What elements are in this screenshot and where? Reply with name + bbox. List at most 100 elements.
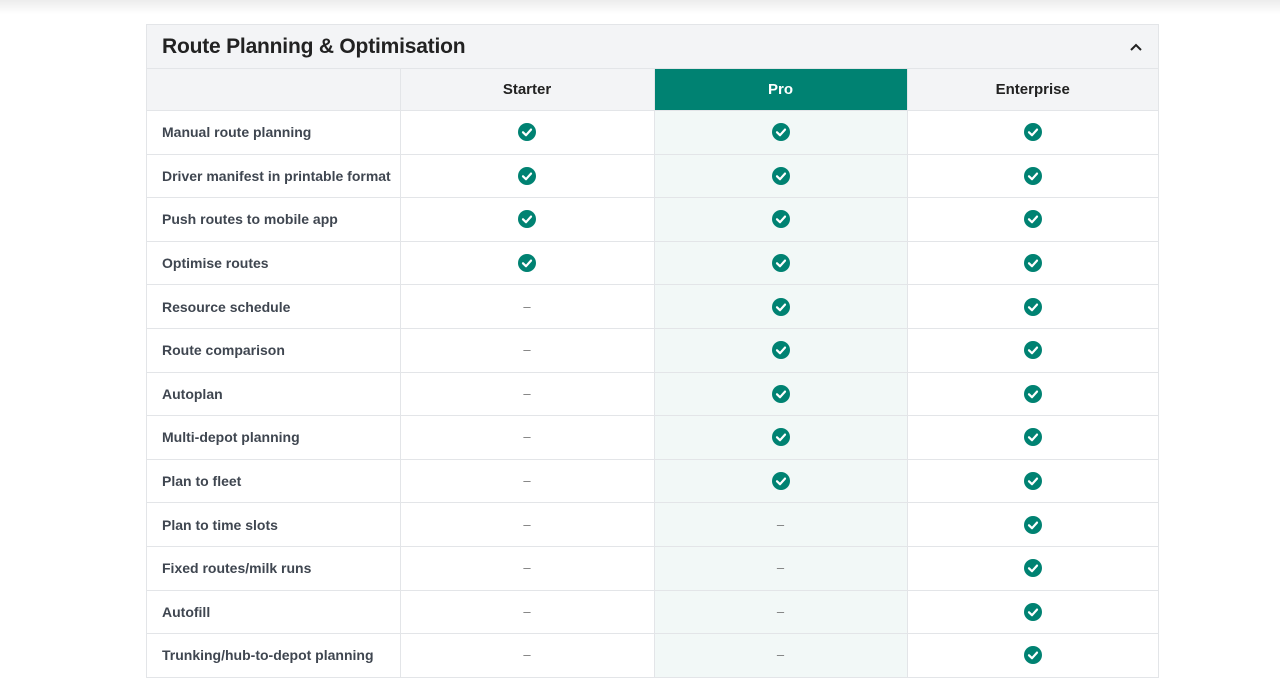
- check-circle-icon: [1023, 515, 1042, 534]
- check-circle-icon: [1023, 341, 1042, 360]
- check-circle-icon: [1023, 297, 1042, 316]
- table-row: Resource schedule –: [147, 284, 1158, 329]
- table-row: Optimise routes: [147, 241, 1158, 286]
- check-circle-icon: [771, 428, 790, 447]
- feature-label: Manual route planning: [147, 110, 400, 155]
- feature-label: Resource schedule: [147, 284, 400, 329]
- chevron-up-icon[interactable]: [1128, 39, 1144, 55]
- dash-icon: –: [523, 473, 531, 489]
- cell-starter: [399, 197, 654, 242]
- cell-starter: –: [399, 633, 654, 678]
- comparison-table: Starter Pro Enterprise Manual route plan…: [147, 69, 1158, 678]
- cell-enterprise: [906, 328, 1158, 373]
- plan-header-pro: Pro: [653, 69, 907, 111]
- cell-enterprise: [906, 241, 1158, 286]
- plan-header-starter: Starter: [399, 69, 654, 111]
- check-circle-icon: [771, 166, 790, 185]
- feature-label: Autoplan: [147, 372, 400, 417]
- dash-icon: –: [776, 647, 785, 663]
- cell-enterprise: [906, 590, 1158, 635]
- cell-starter: –: [399, 459, 654, 504]
- feature-label: Fixed routes/milk runs: [147, 546, 400, 591]
- cell-pro: [653, 241, 907, 286]
- cell-enterprise: [906, 372, 1158, 417]
- cell-pro: [653, 459, 907, 504]
- cell-enterprise: [906, 154, 1158, 199]
- cell-pro: [653, 415, 907, 460]
- dash-icon: –: [523, 429, 531, 445]
- dash-icon: –: [523, 516, 531, 532]
- table-row: Route comparison –: [147, 328, 1158, 373]
- check-circle-icon: [771, 471, 790, 490]
- feature-comparison-panel: Route Planning & Optimisation Starter Pr…: [146, 24, 1159, 678]
- cell-enterprise: [906, 197, 1158, 242]
- cell-enterprise: [906, 502, 1158, 547]
- check-circle-icon: [771, 123, 790, 142]
- cell-enterprise: [906, 633, 1158, 678]
- cell-enterprise: [906, 415, 1158, 460]
- cell-enterprise: [906, 284, 1158, 329]
- check-circle-icon: [771, 341, 790, 360]
- check-circle-icon: [1023, 559, 1042, 578]
- check-circle-icon: [1023, 166, 1042, 185]
- section-title: Route Planning & Optimisation: [162, 34, 466, 58]
- dash-icon: –: [523, 342, 531, 358]
- feature-label: Plan to fleet: [147, 459, 400, 504]
- table-row: Manual route planning: [147, 110, 1158, 155]
- check-circle-icon: [518, 123, 536, 142]
- feature-label: Autofill: [147, 590, 400, 635]
- dash-icon: –: [523, 603, 531, 619]
- feature-label: Optimise routes: [147, 241, 400, 286]
- table-row: Autofill – –: [147, 590, 1158, 635]
- check-circle-icon: [771, 384, 790, 403]
- table-row: Push routes to mobile app: [147, 197, 1158, 242]
- cell-starter: –: [399, 415, 654, 460]
- cell-starter: [399, 241, 654, 286]
- table-row: Trunking/hub-to-depot planning – –: [147, 633, 1158, 678]
- dash-icon: –: [523, 560, 531, 576]
- feature-label: Trunking/hub-to-depot planning: [147, 633, 400, 678]
- feature-column-header: [147, 69, 400, 111]
- cell-pro: –: [653, 633, 907, 678]
- feature-label: Multi-depot planning: [147, 415, 400, 460]
- cell-enterprise: [906, 546, 1158, 591]
- dash-icon: –: [776, 560, 785, 576]
- cell-pro: [653, 372, 907, 417]
- check-circle-icon: [518, 253, 536, 272]
- table-header-row: Starter Pro Enterprise: [147, 69, 1158, 111]
- check-circle-icon: [771, 297, 790, 316]
- cell-starter: –: [399, 546, 654, 591]
- feature-label: Route comparison: [147, 328, 400, 373]
- cell-enterprise: [906, 459, 1158, 504]
- cell-pro: [653, 328, 907, 373]
- cell-enterprise: [906, 110, 1158, 155]
- dash-icon: –: [523, 647, 531, 663]
- section-header[interactable]: Route Planning & Optimisation: [147, 25, 1158, 69]
- check-circle-icon: [1023, 253, 1042, 272]
- check-circle-icon: [518, 210, 536, 229]
- check-circle-icon: [1023, 471, 1042, 490]
- feature-label: Push routes to mobile app: [147, 197, 400, 242]
- check-circle-icon: [518, 166, 536, 185]
- plan-header-enterprise: Enterprise: [906, 69, 1158, 111]
- check-circle-icon: [1023, 384, 1042, 403]
- cell-pro: –: [653, 502, 907, 547]
- check-circle-icon: [1023, 646, 1042, 665]
- cell-starter: –: [399, 372, 654, 417]
- check-circle-icon: [771, 253, 790, 272]
- table-row: Multi-depot planning –: [147, 415, 1158, 460]
- dash-icon: –: [776, 516, 785, 532]
- cell-pro: [653, 284, 907, 329]
- cell-pro: [653, 197, 907, 242]
- cell-pro: [653, 154, 907, 199]
- cell-starter: –: [399, 502, 654, 547]
- cell-pro: –: [653, 590, 907, 635]
- cell-starter: [399, 110, 654, 155]
- cell-pro: –: [653, 546, 907, 591]
- cell-starter: –: [399, 590, 654, 635]
- table-row: Autoplan –: [147, 372, 1158, 417]
- cell-starter: –: [399, 328, 654, 373]
- dash-icon: –: [523, 385, 531, 401]
- table-row: Fixed routes/milk runs – –: [147, 546, 1158, 591]
- feature-label: Driver manifest in printable format: [147, 154, 400, 199]
